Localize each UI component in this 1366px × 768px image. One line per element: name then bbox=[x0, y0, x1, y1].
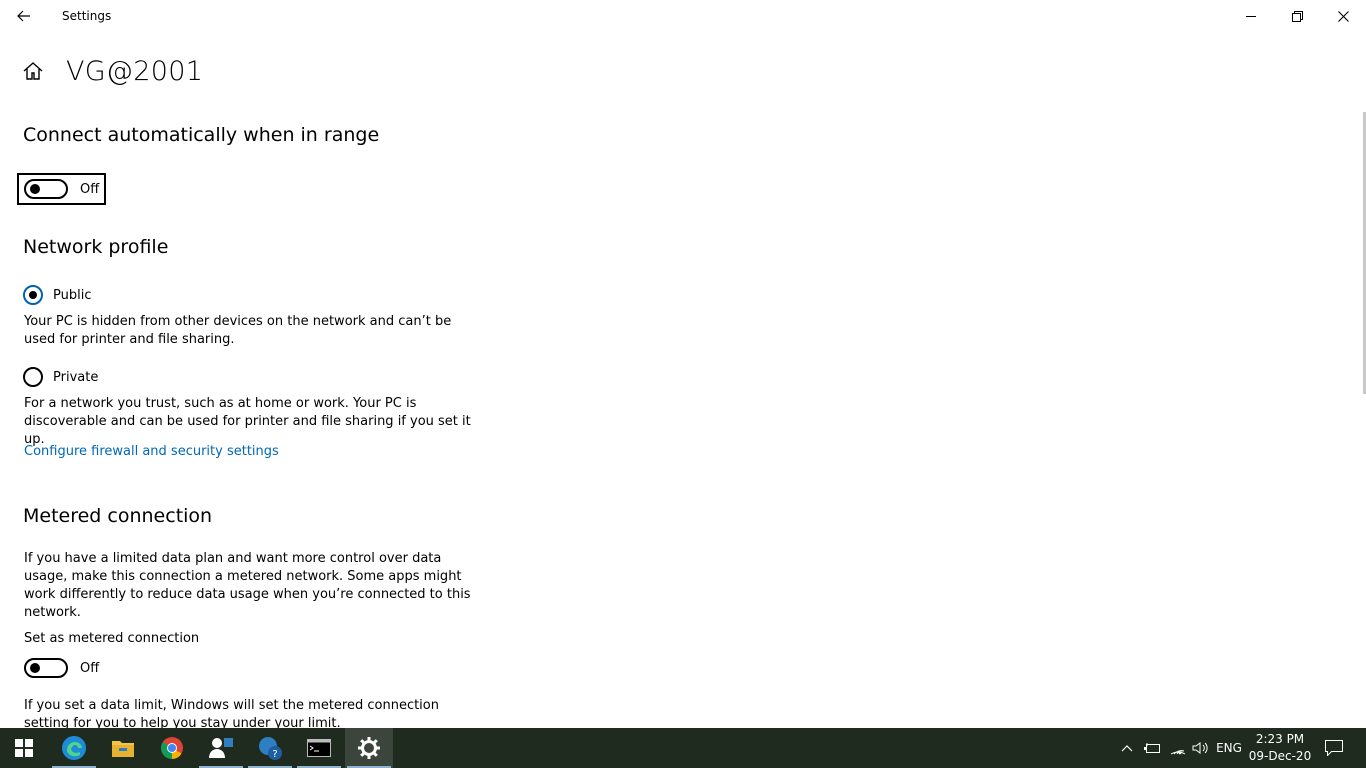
home-icon bbox=[23, 62, 43, 80]
restore-button[interactable] bbox=[1274, 0, 1320, 32]
radio-button-checked bbox=[23, 285, 43, 305]
auto-connect-toggle[interactable]: Off bbox=[17, 173, 107, 205]
close-icon bbox=[1337, 10, 1349, 22]
edge-icon bbox=[62, 736, 86, 760]
radio-button-unchecked bbox=[23, 367, 43, 387]
taskbar-terminal[interactable] bbox=[295, 728, 343, 768]
page-title: VG@2001 bbox=[66, 56, 204, 87]
volume-tray[interactable] bbox=[1190, 728, 1210, 768]
people-icon bbox=[209, 738, 233, 758]
public-description: Your PC is hidden from other devices on … bbox=[24, 314, 452, 347]
speaker-icon bbox=[1192, 742, 1208, 754]
metered-toggle-state: Off bbox=[80, 660, 100, 676]
taskbar-people[interactable] bbox=[197, 728, 245, 768]
window-title: Settings bbox=[62, 9, 112, 23]
private-description: For a network you trust, such as at home… bbox=[24, 396, 471, 447]
taskbar-get-help[interactable]: ? bbox=[246, 728, 294, 768]
start-button[interactable] bbox=[0, 728, 48, 768]
set-metered-label: Set as metered connection bbox=[24, 631, 200, 646]
restore-icon bbox=[1291, 10, 1303, 22]
metered-description: If you have a limited data plan and want… bbox=[24, 551, 471, 620]
file-explorer-icon bbox=[112, 741, 134, 757]
taskbar-settings[interactable] bbox=[345, 728, 393, 768]
taskbar-file-explorer[interactable] bbox=[99, 728, 147, 768]
auto-connect-heading: Connect automatically when in range bbox=[23, 124, 380, 146]
arrow-left-icon bbox=[17, 10, 30, 22]
chrome-icon bbox=[161, 737, 183, 759]
chevron-up-icon bbox=[1121, 745, 1133, 752]
battery-icon bbox=[1144, 743, 1160, 753]
home-button[interactable] bbox=[22, 60, 46, 84]
radio-public[interactable]: Public bbox=[23, 285, 91, 305]
windows-start-icon bbox=[15, 739, 33, 757]
metered-toggle[interactable]: Off bbox=[24, 658, 99, 678]
toggle-switch bbox=[24, 179, 68, 199]
back-button[interactable] bbox=[8, 2, 40, 30]
auto-connect-toggle-state: Off bbox=[80, 181, 100, 197]
wifi-icon bbox=[1170, 750, 1186, 755]
language-indicator[interactable]: ENG bbox=[1212, 728, 1246, 768]
data-limit-text: If you set a data limit, Windows will se… bbox=[24, 698, 439, 728]
close-button[interactable] bbox=[1320, 0, 1366, 32]
settings-icon bbox=[358, 737, 380, 759]
svg-text:?: ? bbox=[272, 749, 277, 760]
clock-time: 2:23 PM bbox=[1255, 732, 1305, 746]
show-hidden-icons-button[interactable] bbox=[1117, 728, 1137, 768]
notification-icon bbox=[1325, 740, 1343, 756]
radio-private-label: Private bbox=[53, 369, 99, 385]
title-bar: Settings bbox=[0, 0, 1366, 32]
toggle-switch bbox=[24, 658, 68, 678]
network-profile-heading: Network profile bbox=[23, 236, 169, 258]
get-help-icon: ? bbox=[259, 737, 282, 760]
minimize-icon bbox=[1246, 16, 1256, 17]
minimize-button[interactable] bbox=[1228, 0, 1274, 32]
taskbar: ? ENG 2:23 PM 09-Dec-20 bbox=[0, 728, 1366, 768]
configure-firewall-link[interactable]: Configure firewall and security settings bbox=[24, 444, 279, 459]
radio-public-label: Public bbox=[53, 287, 92, 303]
taskbar-chrome[interactable] bbox=[148, 728, 196, 768]
clock[interactable]: 2:23 PM 09-Dec-20 bbox=[1246, 731, 1314, 765]
battery-tray[interactable] bbox=[1140, 728, 1164, 768]
radio-private[interactable]: Private bbox=[23, 367, 98, 387]
terminal-icon bbox=[307, 739, 331, 757]
clock-date: 09-Dec-20 bbox=[1248, 749, 1312, 763]
taskbar-edge[interactable] bbox=[50, 728, 98, 768]
action-center-button[interactable] bbox=[1320, 728, 1348, 768]
metered-heading: Metered connection bbox=[23, 505, 213, 527]
network-tray[interactable] bbox=[1166, 728, 1190, 768]
